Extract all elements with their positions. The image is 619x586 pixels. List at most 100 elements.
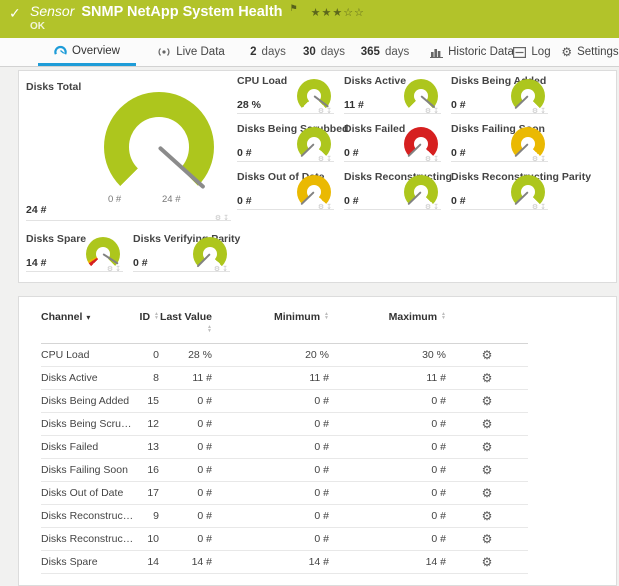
channel-settings-gear-icon[interactable]: ⚙ [446,505,528,528]
tab-historic-data[interactable]: Historic Data [428,38,516,66]
gauge-panel-disks-active[interactable]: Disks Active11 #⚙↧ [344,75,441,114]
sort-icon[interactable]: ▲▼ [324,312,329,321]
pin-icon: ↧ [326,108,334,115]
cell-id: 17 [136,482,159,505]
panel-corner-icons[interactable]: ⚙↧ [425,107,441,115]
tab-live-data[interactable]: Live Data [148,38,234,66]
cell-channel[interactable]: Disks Being Scrubbed [41,413,136,436]
column-header-maximum[interactable]: Maximum▲▼ [329,309,446,344]
table-row: Disks Being Scrubbed120 #0 #0 #⚙ [41,413,528,436]
cell-channel[interactable]: Disks Failed [41,436,136,459]
panel-corner-icons[interactable]: ⚙↧ [532,203,548,211]
panel-corner-icons[interactable]: ⚙↧ [532,107,548,115]
channel-settings-gear-icon[interactable]: ⚙ [446,528,528,551]
panel-corner-icons[interactable]: ⚙↧ [425,203,441,211]
tab-days[interactable]: 365days [352,38,418,66]
cell-last-value: 0 # [159,482,212,505]
cell-channel[interactable]: Disks Failing Soon [41,459,136,482]
tab-days[interactable]: 2days [246,38,290,66]
gauge-panel-disks-total[interactable]: Disks Total 0 # 24 # 24 # ⚙↧ [26,81,231,221]
live-data-icon [157,46,171,58]
table-row: Disks Failed130 #0 #0 #⚙ [41,436,528,459]
cell-id: 8 [136,367,159,390]
pin-icon: ↧ [433,204,441,211]
sort-icon[interactable]: ▲▼ [441,312,446,321]
bar-chart-icon [430,46,443,58]
gauge-panel-cpu-load[interactable]: CPU Load28 %⚙↧ [237,75,334,114]
gauge-icon [54,44,67,57]
tab-label: Settings [577,46,619,58]
cell-last-value: 0 # [159,436,212,459]
panel-corner-icons[interactable]: ⚙↧ [214,265,230,273]
sort-icon[interactable]: ▲▼ [207,325,212,334]
pin-icon: ↧ [115,266,123,273]
column-header-channel[interactable]: Channel▾ [41,309,136,344]
tab-overview[interactable]: Overview [38,38,136,66]
gear-icon: ⚙ [532,108,540,115]
gauge-panel-disks-failed[interactable]: Disks Failed0 #⚙↧ [344,123,441,162]
gauge-panel-disks-being-added[interactable]: Disks Being Added0 #⚙↧ [451,75,548,114]
cell-channel[interactable]: Disks Reconstructing [41,505,136,528]
column-header-id[interactable]: ID▲▼ [136,309,159,344]
cell-maximum: 14 # [329,551,446,574]
column-header-last-value[interactable]: Last Value▲▼ [159,309,212,344]
panel-corner-icons[interactable]: ⚙↧ [107,265,123,273]
cell-maximum: 0 # [329,459,446,482]
gear-icon: ⚙ [561,46,572,58]
gauge-panel-disks-failing-soon[interactable]: Disks Failing Soon0 #⚙↧ [451,123,548,162]
gauge-panel-disks-out-of-date[interactable]: Disks Out of Date0 #⚙↧ [237,171,334,210]
tab-label: Overview [72,45,120,57]
channel-settings-gear-icon[interactable]: ⚙ [446,390,528,413]
cell-minimum: 14 # [212,551,329,574]
pin-icon: ↧ [540,204,548,211]
flag-icon[interactable]: ⚑ [290,3,298,14]
pin-icon: ↧ [326,204,334,211]
gauge-value: 11 # [344,99,364,111]
tab-log[interactable]: Log [508,38,556,66]
gauge-value: 0 # [451,195,466,207]
gauge-panel-disks-spare[interactable]: Disks Spare14 #⚙↧ [26,233,123,272]
cell-id: 9 [136,505,159,528]
panel-corner-icons[interactable]: ⚙↧ [318,107,334,115]
channel-settings-gear-icon[interactable]: ⚙ [446,459,528,482]
pin-icon: ↧ [326,156,334,163]
channel-settings-gear-icon[interactable]: ⚙ [446,436,528,459]
cell-maximum: 0 # [329,505,446,528]
tab-settings[interactable]: ⚙ Settings [562,38,618,66]
cell-minimum: 0 # [212,482,329,505]
cell-maximum: 30 % [329,344,446,367]
gear-icon: ⚙ [107,266,115,273]
cell-channel[interactable]: Disks Spare [41,551,136,574]
channel-settings-gear-icon[interactable]: ⚙ [446,367,528,390]
gauge-title: Disks Total [26,81,231,93]
gauge-panel-disks-reconstructing[interactable]: Disks Reconstructing0 #⚙↧ [344,171,441,210]
panel-corner-icons[interactable]: ⚙↧ [532,155,548,163]
panel-corner-icons[interactable]: ⚙↧ [215,214,231,222]
cell-maximum: 0 # [329,482,446,505]
gauge-panel-disks-being-scrubbed[interactable]: Disks Being Scrubbed0 #⚙↧ [237,123,334,162]
tab-days[interactable]: 30days [297,38,351,66]
gauge-value: 0 # [133,257,148,269]
gauges-panel: Disks Total 0 # 24 # 24 # ⚙↧ CPU Load28 … [18,70,617,283]
cell-channel[interactable]: Disks Out of Date [41,482,136,505]
cell-id: 15 [136,390,159,413]
gear-icon: ⚙ [532,204,540,211]
cell-channel[interactable]: Disks Reconstructing P... [41,528,136,551]
channel-settings-gear-icon[interactable]: ⚙ [446,482,528,505]
cell-id: 13 [136,436,159,459]
channel-settings-gear-icon[interactable]: ⚙ [446,551,528,574]
channel-settings-gear-icon[interactable]: ⚙ [446,413,528,436]
cell-channel[interactable]: CPU Load [41,344,136,367]
sort-icon[interactable]: ▲▼ [154,312,159,321]
cell-channel[interactable]: Disks Active [41,367,136,390]
cell-channel[interactable]: Disks Being Added [41,390,136,413]
column-header-minimum[interactable]: Minimum▲▼ [212,309,329,344]
channel-settings-gear-icon[interactable]: ⚙ [446,344,528,367]
priority-stars[interactable]: ★★★☆☆ [311,6,365,19]
gear-icon: ⚙ [425,204,433,211]
gauge-panel-disks-verifying-parity[interactable]: Disks Verifying Parity0 #⚙↧ [133,233,230,272]
panel-corner-icons[interactable]: ⚙↧ [318,203,334,211]
panel-corner-icons[interactable]: ⚙↧ [425,155,441,163]
gauge-panel-disks-reconstructing-parity[interactable]: Disks Reconstructing Parity0 #⚙↧ [451,171,548,210]
panel-corner-icons[interactable]: ⚙↧ [318,155,334,163]
